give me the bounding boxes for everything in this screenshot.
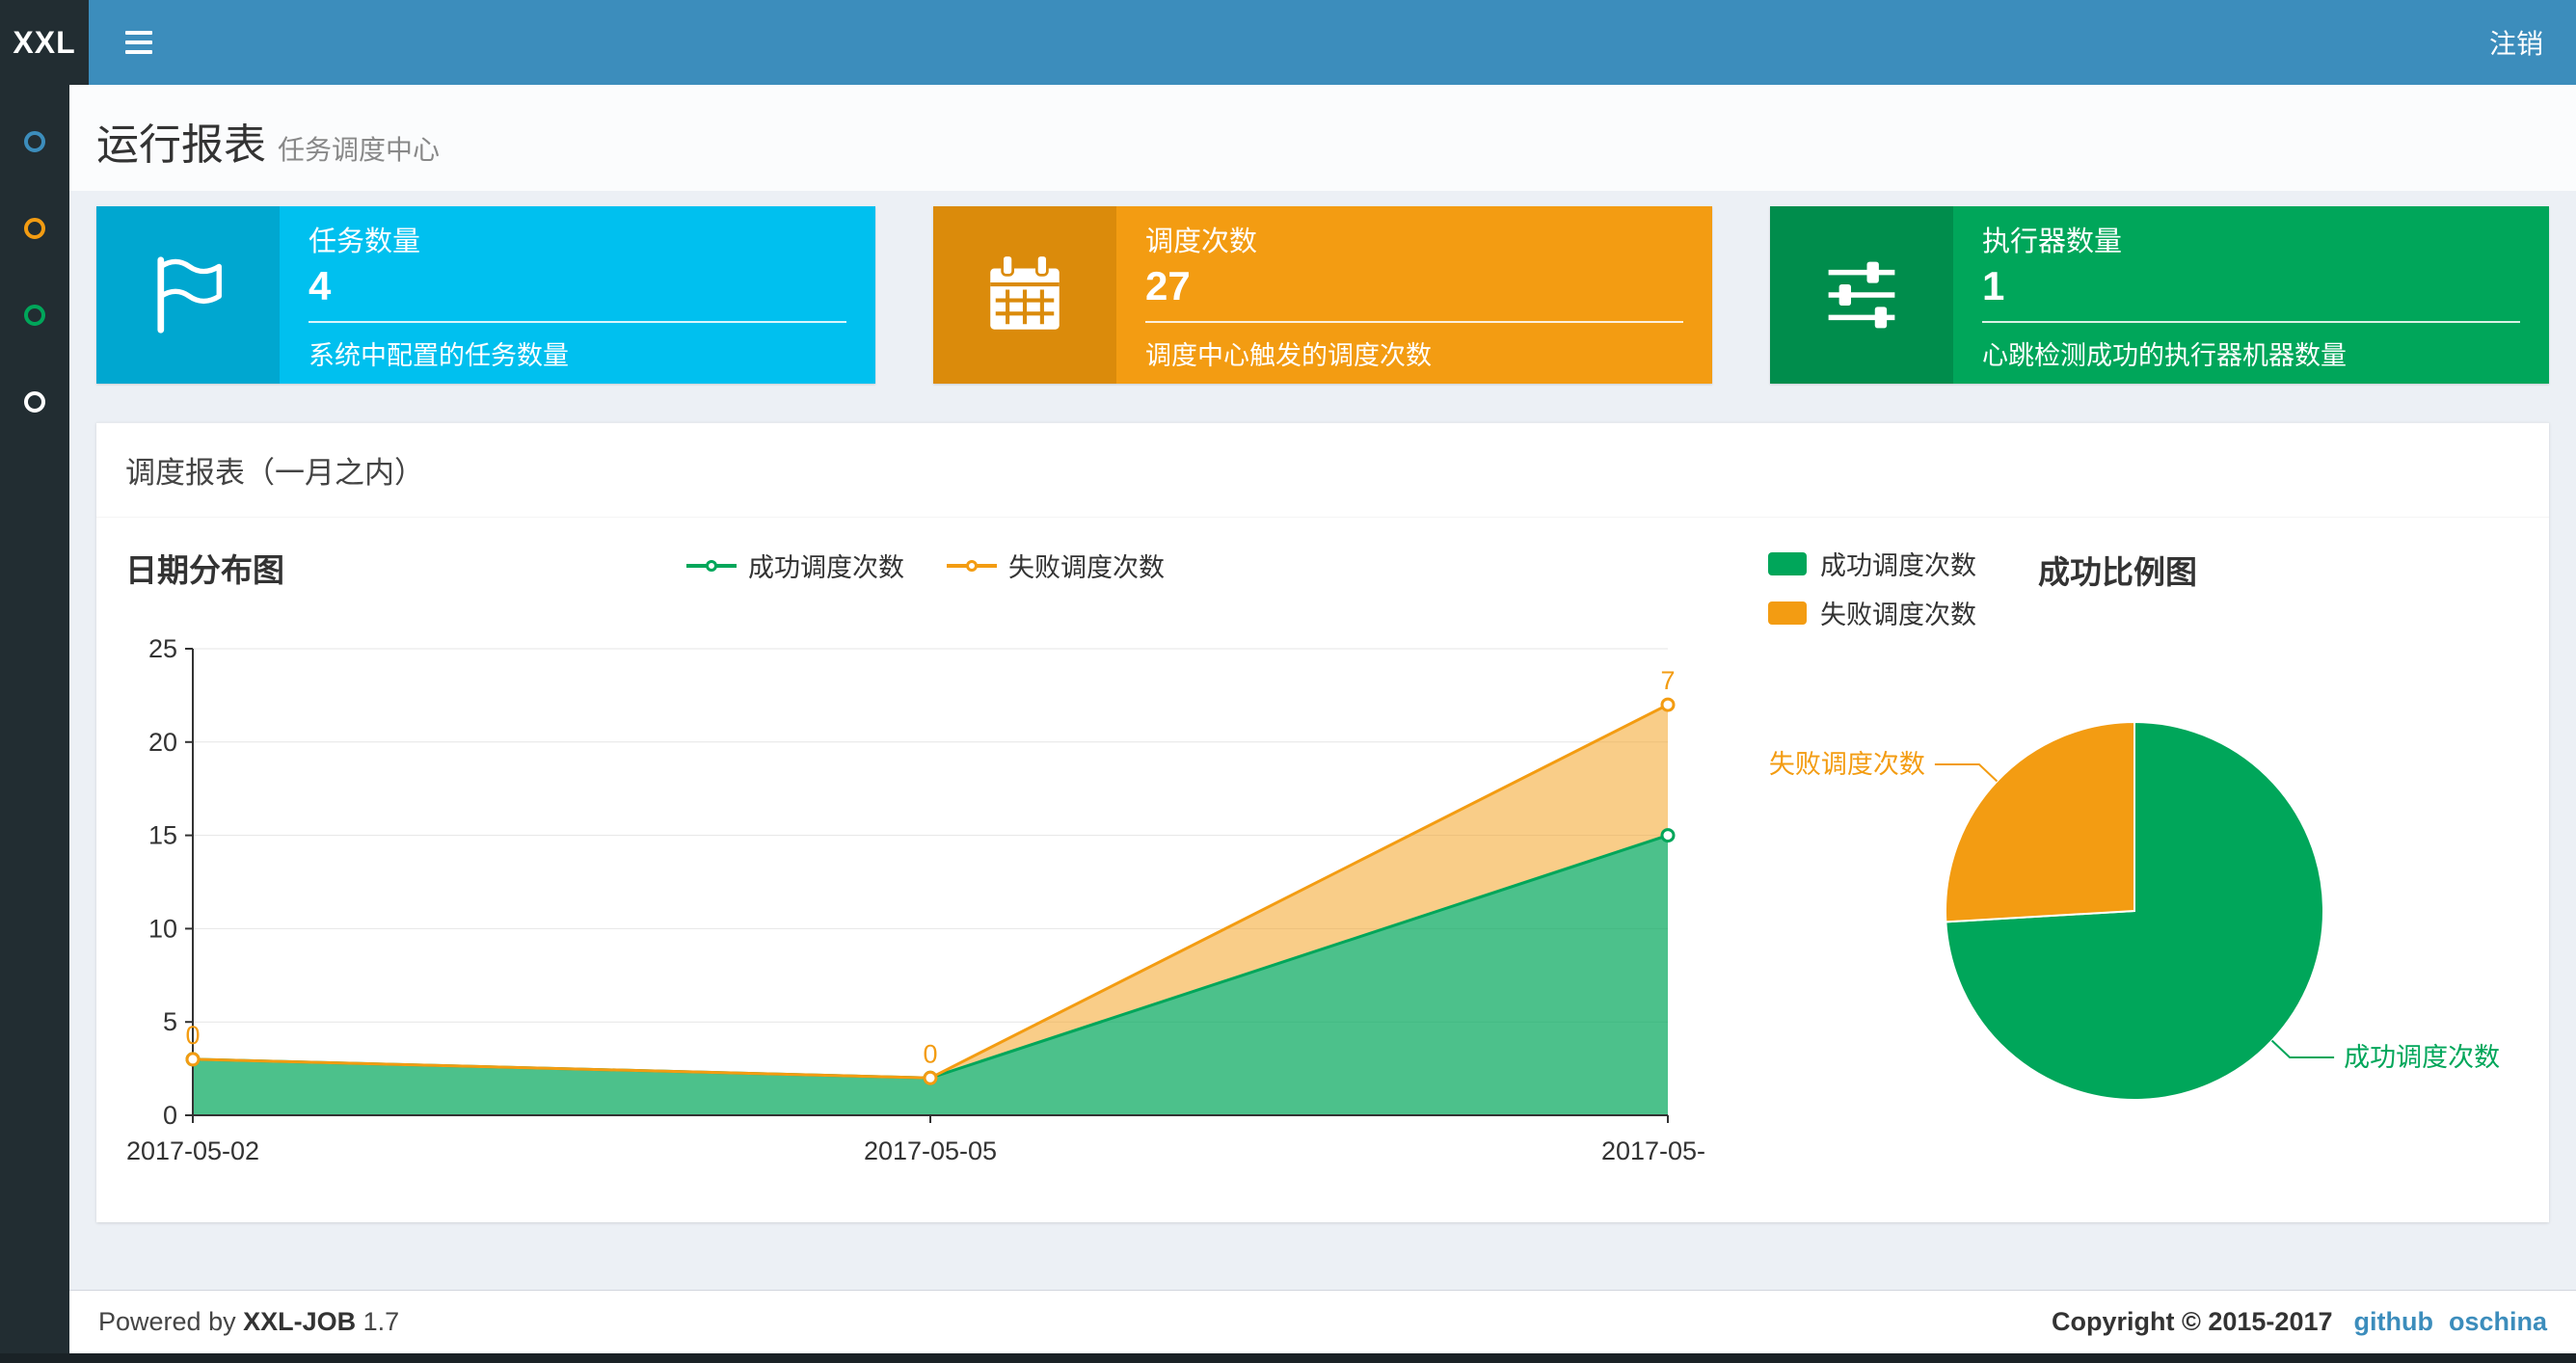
info-box-value: 27 xyxy=(1145,262,1191,308)
pie-chart-title: 成功比例图 xyxy=(2038,554,2197,590)
legend-item-success[interactable]: 成功调度次数 xyxy=(1768,545,1976,582)
github-link[interactable]: github xyxy=(2354,1307,2433,1337)
top-navbar: XXL 注销 xyxy=(0,0,2576,85)
sidebar-item-3[interactable] xyxy=(24,305,45,326)
panel-title: 调度报表（一月之内） xyxy=(96,423,2549,518)
line-chart-title: 日期分布图 xyxy=(125,552,284,588)
line-marker-icon xyxy=(686,557,737,575)
sidebar-item-4[interactable] xyxy=(24,391,45,413)
hamburger-icon xyxy=(125,31,152,35)
oschina-link[interactable]: oschina xyxy=(2449,1307,2547,1337)
date-distribution-chart: 05101520252017-05-022017-05-052017-05-08… xyxy=(126,634,1734,1165)
divider xyxy=(1982,320,2520,323)
success-ratio-pie: 成功调度次数 失败调度次数 xyxy=(1769,720,2500,1101)
swatch-icon xyxy=(1768,551,1807,575)
legend-item-success[interactable]: 成功调度次数 xyxy=(686,547,904,584)
info-box-executors: 执行器数量 1 心跳检测成功的执行器机器数量 xyxy=(1770,206,2549,384)
pie-chart-legend: 成功调度次数 失败调度次数 xyxy=(1768,545,1976,631)
svg-text:5: 5 xyxy=(163,1007,177,1036)
info-box-triggers: 调度次数 27 调度中心触发的调度次数 xyxy=(933,206,1712,384)
info-box-title: 执行器数量 xyxy=(1982,226,2123,257)
info-box-title: 调度次数 xyxy=(1145,226,1258,257)
divider xyxy=(1145,320,1683,323)
sidebar-item-2[interactable] xyxy=(24,218,45,239)
info-box-row: 任务数量 4 系统中配置的任务数量 调度次数 27 调度中心触发的调度次数 执行… xyxy=(96,206,2549,384)
line-marker-icon xyxy=(947,557,997,575)
page-title: 运行报表 xyxy=(96,121,266,169)
success-ratio-section: 成功调度次数 失败调度次数 成功比例图 成功调度次数 失败调度次数 xyxy=(1726,545,2520,1188)
info-box-title: 任务数量 xyxy=(309,226,421,257)
svg-text:2017-05-05: 2017-05-05 xyxy=(864,1136,997,1165)
sidebar-toggle-button[interactable] xyxy=(121,23,156,62)
logo[interactable]: XXL xyxy=(0,0,89,85)
info-box-value: 1 xyxy=(1982,262,2005,308)
circle-icon xyxy=(24,131,45,152)
svg-text:25: 25 xyxy=(148,634,177,663)
page-subtitle: 任务调度中心 xyxy=(278,135,441,165)
svg-text:2017-05-02: 2017-05-02 xyxy=(126,1136,259,1165)
circle-icon xyxy=(24,305,45,326)
content-header: 运行报表 任务调度中心 xyxy=(69,85,2576,191)
svg-text:15: 15 xyxy=(148,821,177,850)
sliders-icon xyxy=(1770,206,1953,384)
svg-text:20: 20 xyxy=(148,728,177,757)
info-box-description: 心跳检测成功的执行器机器数量 xyxy=(1982,340,2347,370)
svg-text:2017-05-08: 2017-05-08 xyxy=(1601,1136,1706,1165)
main-content: 运行报表 任务调度中心 任务数量 4 系统中配置的任务数量 调度次数 27 调度… xyxy=(69,85,2576,1353)
copyright: Copyright © 2015-2017 xyxy=(2051,1307,2333,1336)
circle-icon xyxy=(24,391,45,413)
svg-text:成功调度次数: 成功调度次数 xyxy=(2344,1043,2500,1072)
logout-link[interactable]: 注销 xyxy=(2489,23,2543,62)
app-window: XXL 注销 运行报表 任务调度中心 任务数量 4 系统中配置的任务数量 调度次… xyxy=(0,0,2576,1363)
circle-icon xyxy=(24,218,45,239)
info-box-description: 系统中配置的任务数量 xyxy=(309,340,569,370)
hamburger-icon xyxy=(125,40,152,44)
info-box-value: 4 xyxy=(309,262,332,308)
flag-icon xyxy=(96,206,280,384)
svg-text:0: 0 xyxy=(163,1101,177,1130)
hamburger-icon xyxy=(125,50,152,54)
legend-item-fail[interactable]: 失败调度次数 xyxy=(947,547,1165,584)
navbar: 注销 xyxy=(89,0,2576,85)
svg-text:7: 7 xyxy=(1660,666,1675,695)
swatch-icon xyxy=(1768,601,1807,625)
svg-text:10: 10 xyxy=(148,914,177,943)
line-chart-legend: 成功调度次数 失败调度次数 xyxy=(686,547,1165,584)
svg-text:0: 0 xyxy=(923,1039,937,1068)
legend-item-fail[interactable]: 失败调度次数 xyxy=(1768,594,1976,631)
date-distribution-section: 日期分布图 成功调度次数 失败调度次数 0 5 10 15 20 25 2017… xyxy=(125,545,1734,1188)
report-panel: 调度报表（一月之内） 日期分布图 成功调度次数 失败调度次数 0 5 10 15… xyxy=(96,422,2549,1222)
calendar-icon xyxy=(933,206,1116,384)
svg-text:0: 0 xyxy=(185,1021,200,1050)
svg-text:失败调度次数: 失败调度次数 xyxy=(1769,750,1925,779)
info-box-description: 调度中心触发的调度次数 xyxy=(1145,340,1432,370)
info-box-jobs: 任务数量 4 系统中配置的任务数量 xyxy=(96,206,875,384)
powered-by: Powered by XXL-JOB 1.7 xyxy=(98,1307,400,1336)
sidebar-item-1[interactable] xyxy=(24,131,45,152)
sidebar xyxy=(0,85,69,1353)
divider xyxy=(309,320,846,323)
page-footer: Powered by XXL-JOB 1.7 Copyright © 2015-… xyxy=(69,1290,2576,1353)
